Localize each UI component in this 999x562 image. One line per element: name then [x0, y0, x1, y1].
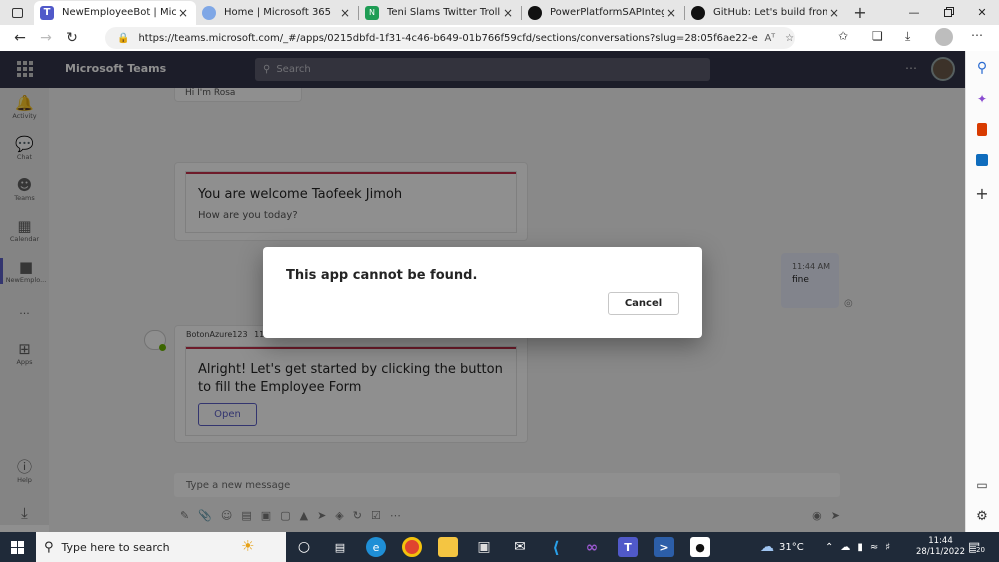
cortana-icon[interactable]: ○ [294, 537, 314, 557]
volume-icon[interactable]: ♯ [885, 542, 890, 553]
copilot-icon[interactable]: ✦ [972, 89, 992, 109]
tab-newemployeebot[interactable]: T NewEmployeeBot | Microsoft × [34, 0, 196, 25]
clock-date: 28/11/2022 [916, 547, 965, 557]
mail-icon[interactable]: ✉ [510, 537, 530, 557]
powershell-icon[interactable]: > [654, 537, 674, 557]
task-view-icon[interactable]: ▤ [330, 537, 350, 557]
tab-title: Teni Slams Twitter Troll Who [387, 7, 501, 18]
onedrive-icon[interactable]: ☁ [840, 542, 850, 553]
minimize-icon[interactable]: — [897, 0, 931, 25]
weather-widget[interactable]: ☁ 31°C [760, 532, 804, 562]
windows-start-icon[interactable] [11, 541, 24, 554]
tab-title: NewEmployeeBot | Microsoft [62, 7, 176, 18]
back-icon[interactable]: ← [7, 26, 33, 50]
outlook-icon[interactable] [972, 150, 992, 170]
refresh-icon[interactable]: ↻ [59, 26, 85, 50]
search-icon: ⚲ [44, 539, 54, 555]
notifications-button[interactable]: ▤ 20 [968, 532, 985, 562]
sidebar-toggle-icon[interactable]: ▭ [972, 475, 992, 495]
vscode-icon[interactable]: ⟨ [546, 537, 566, 557]
battery-icon[interactable]: ▮ [857, 542, 863, 553]
close-icon[interactable]: × [664, 6, 678, 20]
add-icon[interactable]: + [972, 183, 992, 203]
wifi-icon[interactable]: ≈ [870, 542, 878, 553]
favorites-icon[interactable]: ✩ [838, 29, 848, 43]
error-dialog: This app cannot be found. Cancel [263, 247, 702, 338]
chrome-icon[interactable] [402, 537, 422, 557]
system-tray: ⌃ ☁ ▮ ≈ ♯ [825, 532, 890, 562]
teams-app-icon[interactable]: T [618, 537, 638, 557]
obs-icon[interactable]: ● [690, 537, 710, 557]
screen: { "browser": { "tabs": [ {"title": "NewE… [0, 0, 999, 562]
new-tab-button[interactable]: + [847, 3, 873, 22]
github-icon [691, 5, 705, 20]
close-icon[interactable]: × [827, 6, 841, 20]
visual-studio-icon[interactable]: ∞ [582, 537, 602, 557]
profile-avatar[interactable] [935, 28, 953, 46]
tray-chevron-icon[interactable]: ⌃ [825, 542, 833, 553]
file-explorer-icon[interactable] [438, 537, 458, 557]
tab-actions-icon[interactable] [0, 0, 34, 25]
url-field[interactable]: 🔒 https://teams.microsoft.com/_#/apps/02… [105, 27, 795, 49]
cancel-button[interactable]: Cancel [608, 292, 679, 315]
browser-tab-bar: T NewEmployeeBot | Microsoft × Home | Mi… [0, 0, 999, 25]
tab-title: GitHub: Let's build from here [713, 7, 827, 18]
news-icon: N [365, 5, 379, 20]
gear-icon[interactable]: ⚙ [972, 506, 992, 526]
forward-icon[interactable]: → [33, 26, 59, 50]
dialog-message: This app cannot be found. [286, 268, 478, 283]
windows-taskbar: ⚲ Type here to search ☀ ○ ▤ e ▣ ✉ ⟨ ∞ T … [0, 532, 999, 562]
close-icon[interactable]: × [338, 6, 352, 20]
taskbar-search-placeholder: Type here to search [61, 540, 170, 554]
clock-time: 11:44 [928, 536, 953, 546]
restore-icon[interactable] [931, 0, 965, 25]
tab-microsoft-365[interactable]: Home | Microsoft 365 × [196, 1, 358, 25]
downloads-icon[interactable]: ⤓ [905, 29, 910, 44]
cloud-sun-icon: ☁ [760, 539, 774, 555]
close-icon[interactable]: × [176, 6, 190, 20]
settings-more-icon[interactable]: ⋯ [971, 28, 983, 42]
tab-github[interactable]: GitHub: Let's build from here × [685, 1, 847, 25]
read-aloud-icon[interactable]: Aᵀ [764, 33, 775, 44]
favorite-star-icon[interactable]: ☆ [785, 33, 794, 44]
m365-icon [202, 5, 216, 20]
taskbar-search-input[interactable]: ⚲ Type here to search ☀ [36, 532, 286, 562]
window-close-icon[interactable]: ✕ [965, 0, 999, 25]
edge-icon[interactable]: e [366, 537, 386, 557]
github-icon [528, 5, 542, 20]
notification-count: 20 [976, 546, 985, 554]
tab-powerplatform[interactable]: PowerPlatformSAPIntegration × [522, 1, 684, 25]
teams-icon: T [40, 5, 54, 20]
close-icon[interactable]: × [501, 6, 515, 20]
lock-icon: 🔒 [117, 32, 130, 44]
temperature: 31°C [779, 541, 804, 553]
store-icon[interactable]: ▣ [474, 537, 494, 557]
office-icon[interactable] [972, 119, 992, 139]
url-text: https://teams.microsoft.com/_#/apps/0215… [138, 32, 758, 44]
tab-title: Home | Microsoft 365 [224, 7, 332, 18]
search-icon[interactable]: ⚲ [972, 58, 992, 78]
tab-title: PowerPlatformSAPIntegration [550, 7, 664, 18]
clock[interactable]: 11:44 28/11/2022 [916, 532, 965, 562]
collections-icon[interactable]: ❏ [872, 29, 883, 43]
search-highlight-icon: ☀ [241, 537, 255, 555]
tab-teni-article[interactable]: N Teni Slams Twitter Troll Who × [359, 1, 521, 25]
